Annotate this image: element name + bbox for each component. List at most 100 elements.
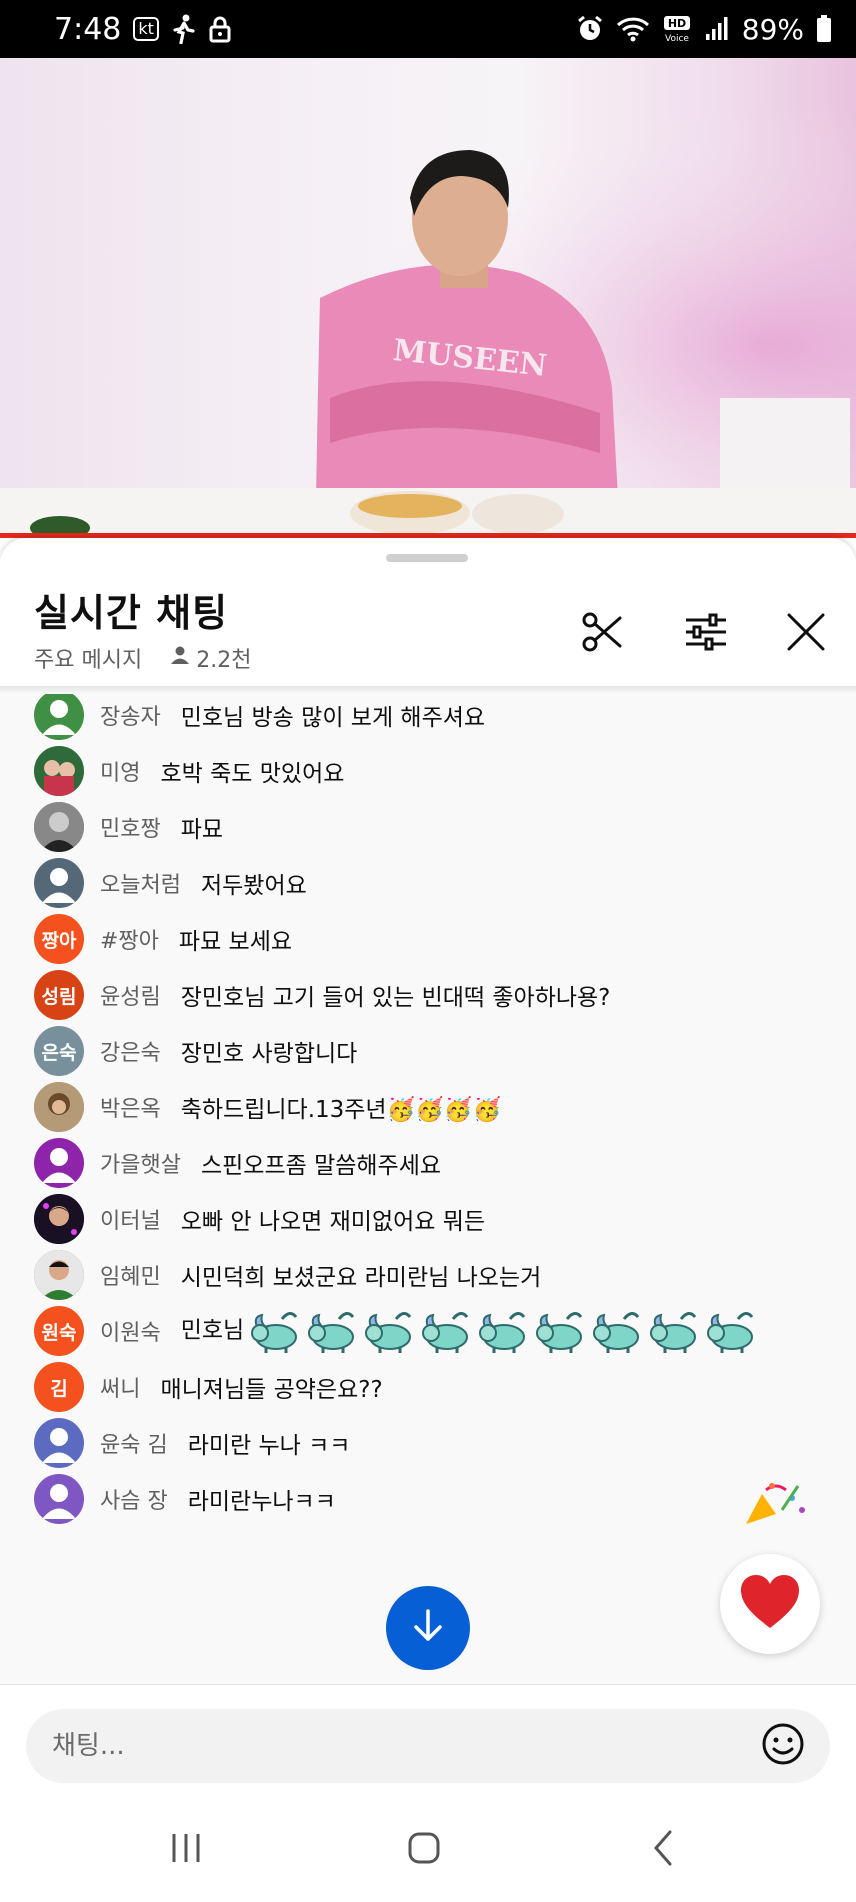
message-text: 민호님 방송 많이 보게 해주셔요 bbox=[180, 705, 486, 731]
avatar[interactable] bbox=[34, 858, 84, 908]
close-icon bbox=[786, 612, 826, 656]
message-author[interactable]: 이원숙 bbox=[100, 1315, 161, 1347]
goat-emoji-icon bbox=[593, 1312, 640, 1353]
avatar[interactable] bbox=[34, 694, 84, 740]
message-author[interactable]: 써니 bbox=[100, 1371, 140, 1403]
goat-emoji-icon bbox=[308, 1312, 355, 1353]
person-icon bbox=[170, 645, 190, 671]
home-icon bbox=[404, 1828, 444, 1872]
chat-input[interactable] bbox=[50, 1730, 760, 1762]
status-time: 7:48 bbox=[54, 11, 122, 47]
recents-button[interactable] bbox=[158, 1822, 214, 1878]
hd-voice-icon: HD Voice bbox=[662, 14, 692, 44]
chat-message[interactable]: 가을햇살 스핀오프좀 말씀해주세요 bbox=[34, 1136, 441, 1190]
chat-message[interactable]: 오늘처럼 저두봤어요 bbox=[34, 856, 307, 910]
avatar[interactable] bbox=[34, 802, 84, 852]
viewer-count: 2.2천 bbox=[170, 642, 251, 674]
battery-percent: 89% bbox=[741, 12, 804, 46]
home-button[interactable] bbox=[396, 1822, 452, 1878]
chat-message[interactable]: 성림 윤성림 장민호님 고기 들어 있는 빈대떡 좋아하나용? bbox=[34, 968, 610, 1022]
chat-mode-label[interactable]: 주요 메시지 bbox=[34, 642, 142, 674]
chat-message[interactable]: 은숙 강은숙 장민호 사랑합니다 bbox=[34, 1024, 357, 1078]
status-bar: 7:48 kt HD Voice 89% bbox=[0, 0, 856, 58]
wifi-icon bbox=[616, 16, 650, 42]
avatar[interactable]: 짱아 bbox=[34, 914, 84, 964]
message-text: 라미란 누나 ㅋㅋ bbox=[187, 1433, 351, 1459]
avatar[interactable] bbox=[34, 1194, 84, 1244]
goat-emoji-icon bbox=[707, 1312, 754, 1353]
video-frame: MUSEEN bbox=[0, 58, 856, 538]
message-author[interactable]: 민호짱 bbox=[100, 811, 161, 843]
avatar[interactable] bbox=[34, 1474, 84, 1524]
message-author[interactable]: 박은옥 bbox=[100, 1091, 161, 1123]
avatar[interactable] bbox=[34, 746, 84, 796]
goat-emoji-row bbox=[246, 1307, 757, 1355]
avatar[interactable]: 김 bbox=[34, 1362, 84, 1412]
chat-message[interactable]: 윤숙 김 라미란 누나 ㅋㅋ bbox=[34, 1416, 350, 1470]
message-text: 저두봤어요 bbox=[200, 873, 307, 899]
signal-icon bbox=[704, 16, 730, 42]
chat-message[interactable]: 김 써니 매니져님들 공약은요?? bbox=[34, 1360, 383, 1414]
message-author[interactable]: 임혜민 bbox=[100, 1259, 161, 1291]
back-icon bbox=[644, 1828, 684, 1872]
chat-input-container[interactable] bbox=[26, 1709, 830, 1783]
message-author[interactable]: #짱아 bbox=[100, 923, 159, 955]
message-author[interactable]: 사슴 장 bbox=[100, 1483, 168, 1515]
goat-emoji-icon bbox=[650, 1312, 697, 1353]
chat-message[interactable]: 임혜민 시민덕희 보셨군요 라미란님 나오는거 bbox=[34, 1248, 541, 1302]
heart-icon bbox=[739, 1574, 801, 1634]
message-text: 시민덕희 보셨군요 라미란님 나오는거 bbox=[180, 1265, 542, 1291]
avatar[interactable] bbox=[34, 1418, 84, 1468]
message-author[interactable]: 이터널 bbox=[100, 1203, 161, 1235]
message-author[interactable]: 오늘처럼 bbox=[100, 867, 181, 899]
chat-message[interactable]: 사슴 장 라미란누나ㅋㅋ bbox=[34, 1472, 336, 1526]
chat-message[interactable]: 원숙 이원숙 민호님 bbox=[34, 1304, 757, 1358]
message-text: 스핀오프좀 말씀해주세요 bbox=[200, 1153, 442, 1179]
message-author[interactable]: 장송자 bbox=[100, 699, 161, 731]
message-author[interactable]: 윤성림 bbox=[100, 979, 161, 1011]
avatar[interactable]: 성림 bbox=[34, 970, 84, 1020]
message-text: 라미란누나ㅋㅋ bbox=[187, 1489, 336, 1515]
scroll-to-latest-button[interactable] bbox=[386, 1586, 470, 1670]
avatar[interactable]: 은숙 bbox=[34, 1026, 84, 1076]
avatar[interactable] bbox=[34, 1250, 84, 1300]
chat-message[interactable]: 짱아 #짱아 파묘 보세요 bbox=[34, 912, 292, 966]
goat-emoji-icon bbox=[479, 1312, 526, 1353]
chat-message[interactable]: 이터널 오빠 안 나오면 재미없어요 뭐든 bbox=[34, 1192, 485, 1246]
message-author[interactable]: 가을햇살 bbox=[100, 1147, 181, 1179]
scissors-icon bbox=[580, 610, 624, 658]
confetti-icon bbox=[742, 1480, 812, 1534]
message-author[interactable]: 강은숙 bbox=[100, 1035, 161, 1067]
message-text: 매니져님들 공약은요?? bbox=[160, 1377, 383, 1403]
close-chat-button[interactable] bbox=[778, 606, 834, 662]
avatar[interactable] bbox=[34, 1082, 84, 1132]
video-player[interactable]: MUSEEN bbox=[0, 58, 856, 538]
message-author[interactable]: 미영 bbox=[100, 755, 140, 787]
chat-settings-button[interactable] bbox=[678, 606, 734, 662]
avatar[interactable] bbox=[34, 1138, 84, 1188]
message-text-prefix: 민호님 bbox=[180, 1317, 245, 1344]
chat-title: 실시간 채팅 bbox=[34, 591, 229, 635]
avatar[interactable]: 원숙 bbox=[34, 1306, 84, 1356]
chat-message[interactable]: 장송자 민호님 방송 많이 보게 해주셔요 bbox=[34, 694, 485, 742]
back-button[interactable] bbox=[636, 1822, 692, 1878]
chat-input-bar bbox=[0, 1684, 856, 1797]
header-divider bbox=[0, 686, 856, 694]
goat-emoji-icon bbox=[536, 1312, 583, 1353]
reaction-heart-button[interactable] bbox=[720, 1554, 820, 1654]
chat-message[interactable]: 미영 호박 죽도 맛있어요 bbox=[34, 744, 344, 798]
svg-text:Voice: Voice bbox=[665, 34, 689, 44]
emoji-icon[interactable] bbox=[760, 1721, 806, 1771]
chat-message[interactable]: 민호짱 파묘 bbox=[34, 800, 223, 854]
message-author[interactable]: 윤숙 김 bbox=[100, 1427, 168, 1459]
message-text: 호박 죽도 맛있어요 bbox=[160, 761, 345, 787]
message-text: 파묘 bbox=[180, 817, 224, 843]
message-text: 민호님 bbox=[181, 1307, 757, 1355]
system-nav-bar bbox=[0, 1796, 856, 1902]
clip-button[interactable] bbox=[574, 606, 630, 662]
goat-emoji-icon bbox=[365, 1312, 412, 1353]
alarm-icon bbox=[576, 15, 604, 43]
chat-message-list[interactable]: 장송자 민호님 방송 많이 보게 해주셔요 미영 호박 죽도 맛있어요 민호짱 … bbox=[0, 694, 856, 1694]
drag-handle[interactable] bbox=[386, 554, 468, 562]
chat-message[interactable]: 박은옥 축하드립니다.13주년🥳🥳🥳🥳 bbox=[34, 1080, 501, 1134]
